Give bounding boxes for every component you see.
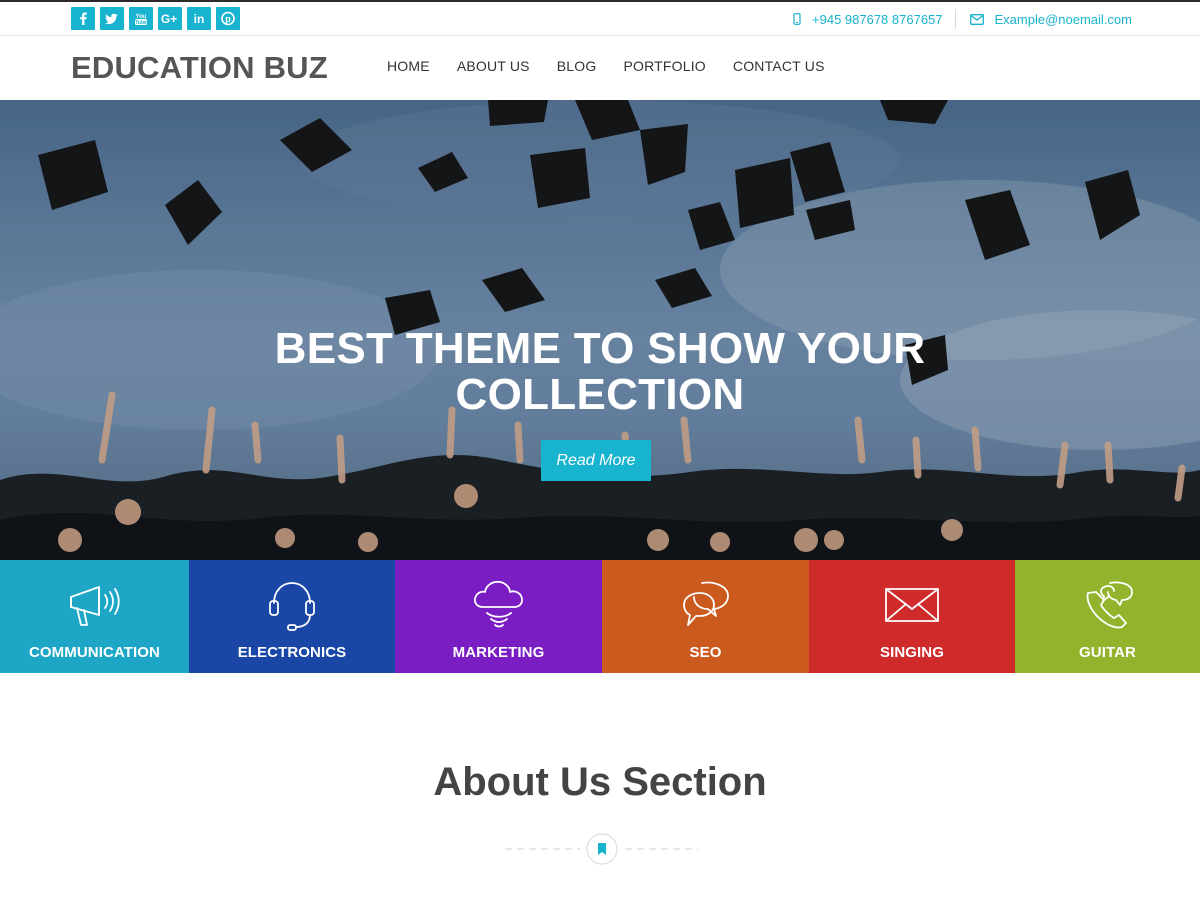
nav-blog[interactable]: BLOG xyxy=(557,58,597,74)
site-logo[interactable]: EDUCATION BUZ xyxy=(71,50,328,86)
svg-text:G+: G+ xyxy=(161,12,177,26)
category-label: COMMUNICATION xyxy=(28,644,160,661)
hero-banner: BEST THEME TO SHOW YOUR COLLECTION Read … xyxy=(0,100,1200,560)
nav-about-us[interactable]: ABOUT US xyxy=(457,58,530,74)
envelope-icon xyxy=(880,573,944,635)
headset-icon xyxy=(260,573,324,635)
category-seo[interactable]: SEO xyxy=(602,560,809,673)
mobile-phone-icon xyxy=(793,13,801,25)
category-label: MARKETING xyxy=(452,644,545,661)
category-strip: COMMUNICATION ELECTRONICS MARKETING SEO … xyxy=(0,560,1200,673)
facebook-icon[interactable] xyxy=(71,7,95,30)
google-plus-icon[interactable]: G+ xyxy=(158,7,182,30)
chat-bubbles-icon xyxy=(674,573,738,635)
category-electronics[interactable]: ELECTRONICS xyxy=(189,560,395,673)
cloud-icon xyxy=(467,573,531,635)
nav-home[interactable]: HOME xyxy=(387,58,430,74)
svg-text:p: p xyxy=(225,14,231,24)
main-nav: HOME ABOUT US BLOG PORTFOLIO CONTACT US xyxy=(387,58,852,74)
category-singing[interactable]: SINGING xyxy=(809,560,1015,673)
email-address: Example@noemail.com xyxy=(994,11,1132,27)
phone-chat-icon xyxy=(1076,573,1140,635)
category-label: SEO xyxy=(689,644,722,661)
social-links: You Tube G+ in p xyxy=(71,7,240,30)
email-contact[interactable]: Example@noemail.com xyxy=(969,11,1132,27)
phone-number: +945 987678 8767657 xyxy=(812,11,943,27)
phone-contact[interactable]: +945 987678 8767657 xyxy=(793,12,943,27)
about-section-title: About Us Section xyxy=(433,760,767,804)
section-divider xyxy=(505,833,698,865)
nav-portfolio[interactable]: PORTFOLIO xyxy=(623,58,705,74)
pinterest-icon[interactable]: p xyxy=(216,7,240,30)
hero-title: BEST THEME TO SHOW YOUR COLLECTION xyxy=(0,326,1200,418)
hero-title-line-2: COLLECTION xyxy=(455,370,745,419)
megaphone-icon xyxy=(63,573,127,635)
top-bar: You Tube G+ in p +945 987678 8767657 Exam… xyxy=(0,0,1200,36)
category-label: GUITAR xyxy=(1079,644,1136,661)
linkedin-icon[interactable]: in xyxy=(187,7,211,30)
nav-contact-us[interactable]: CONTACT US xyxy=(733,58,825,74)
site-header: EDUCATION BUZ HOME ABOUT US BLOG PORTFOL… xyxy=(0,36,1200,100)
category-label: ELECTRONICS xyxy=(237,644,347,661)
category-label: SINGING xyxy=(879,644,945,661)
category-communication[interactable]: COMMUNICATION xyxy=(0,560,189,673)
category-guitar[interactable]: GUITAR xyxy=(1015,560,1200,673)
hero-title-line-1: BEST THEME TO SHOW YOUR xyxy=(274,324,926,373)
read-more-button[interactable]: Read More xyxy=(541,440,651,481)
contact-info: +945 987678 8767657 Example@noemail.com xyxy=(793,8,1132,30)
youtube-icon[interactable]: You Tube xyxy=(129,7,153,30)
twitter-icon[interactable] xyxy=(100,7,124,30)
envelope-icon xyxy=(969,13,984,25)
svg-text:in: in xyxy=(194,12,205,26)
svg-text:Tube: Tube xyxy=(135,20,147,26)
contact-divider xyxy=(954,9,956,29)
category-marketing[interactable]: MARKETING xyxy=(395,560,602,673)
